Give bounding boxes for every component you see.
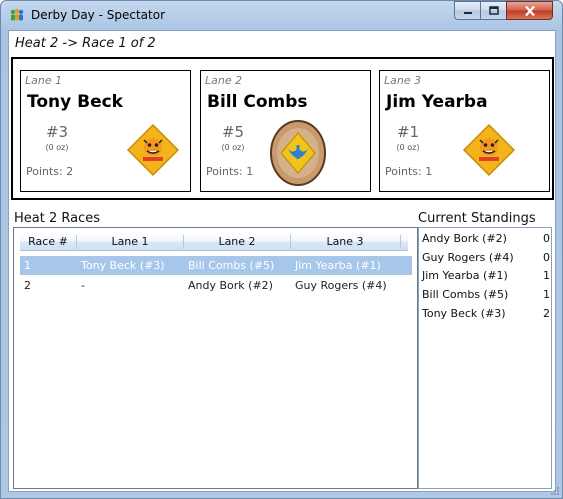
race-row-2[interactable]: 2 - Andy Bork (#2) Guy Rogers (#4) <box>20 276 412 295</box>
car-number: #1 <box>396 123 420 141</box>
car-weight: (0 oz) <box>221 143 245 152</box>
maximize-button[interactable] <box>480 1 507 20</box>
racer-name: Jim Yearba <box>386 92 488 112</box>
tiger-cub-badge-icon <box>462 123 516 177</box>
lane1-cell: Tony Beck (#3) <box>81 259 165 272</box>
lane2-cell: Andy Bork (#2) <box>188 279 273 292</box>
column-header-lane2[interactable]: Lane 2 <box>184 235 290 248</box>
column-header-race[interactable]: Race # <box>20 235 76 248</box>
app-people-icon <box>10 8 24 21</box>
lane1-cell: - <box>81 279 85 292</box>
races-grid[interactable]: Race # Lane 1 Lane 2 Lane 3 1 Tony Beck … <box>13 227 418 489</box>
lane-label: Lane 2 <box>205 74 243 87</box>
lane-label: Lane 1 <box>25 74 63 87</box>
title-bar[interactable]: Derby Day - Spectator <box>1 1 562 29</box>
column-divider[interactable] <box>400 235 401 249</box>
app-window: Derby Day - Spectator Heat 2 -> Race 1 o… <box>0 0 563 499</box>
grid-header: Race # Lane 1 Lane 2 Lane 3 <box>20 233 408 251</box>
car-number: #3 <box>45 123 69 141</box>
heat-races-heading: Heat 2 Races <box>14 211 101 226</box>
standings-racer: Andy Bork (#2) <box>422 232 507 245</box>
column-header-lane1[interactable]: Lane 1 <box>77 235 183 248</box>
standings-points: 0 <box>543 232 550 245</box>
lanes-panel: Lane 1 Tony Beck #3 (0 oz) Points: 2 Lan… <box>11 57 554 200</box>
webelos-badge-icon <box>270 120 326 186</box>
minimize-button[interactable] <box>454 1 481 20</box>
standings-points: 1 <box>543 288 550 301</box>
racer-name: Tony Beck <box>27 92 123 112</box>
standings-item[interactable]: Guy Rogers (#4) 0 <box>422 249 550 268</box>
standings-racer: Guy Rogers (#4) <box>422 251 514 264</box>
close-icon <box>524 5 535 16</box>
lane2-cell: Bill Combs (#5) <box>188 259 275 272</box>
heat-race-title: Heat 2 -> Race 1 of 2 <box>15 36 156 51</box>
standings-item[interactable]: Andy Bork (#2) 0 <box>422 230 550 249</box>
lane-card-3: Lane 3 Jim Yearba #1 (0 oz) Points: 1 <box>379 70 550 192</box>
maximize-icon <box>488 5 499 15</box>
car-number: #5 <box>221 123 245 141</box>
resize-grip-icon[interactable] <box>550 486 560 496</box>
lane-label: Lane 3 <box>384 74 422 87</box>
race-number-cell: 2 <box>24 279 31 292</box>
racer-name: Bill Combs <box>207 92 308 112</box>
standings-points: 2 <box>543 307 550 320</box>
close-button[interactable] <box>506 1 553 20</box>
standings-points: 0 <box>543 251 550 264</box>
racer-points: Points: 2 <box>26 165 74 178</box>
column-header-lane3[interactable]: Lane 3 <box>291 235 399 248</box>
lane-card-2: Lane 2 Bill Combs #5 (0 oz) Points: 1 <box>200 70 371 192</box>
racer-points: Points: 1 <box>206 165 254 178</box>
standings-racer: Jim Yearba (#1) <box>422 269 508 282</box>
race-row-1[interactable]: 1 Tony Beck (#3) Bill Combs (#5) Jim Yea… <box>20 256 412 275</box>
lane3-cell: Guy Rogers (#4) <box>295 279 387 292</box>
standings-list[interactable]: Andy Bork (#2) 0 Guy Rogers (#4) 0 Jim Y… <box>418 227 552 489</box>
client-area: Heat 2 -> Race 1 of 2 Lane 1 Tony Beck #… <box>8 30 556 492</box>
standings-item[interactable]: Jim Yearba (#1) 1 <box>422 267 550 286</box>
standings-heading: Current Standings <box>418 211 536 226</box>
minimize-icon <box>463 11 472 14</box>
lane3-cell: Jim Yearba (#1) <box>295 259 381 272</box>
lane-card-1: Lane 1 Tony Beck #3 (0 oz) Points: 2 <box>20 70 191 192</box>
standings-item[interactable]: Bill Combs (#5) 1 <box>422 286 550 305</box>
car-weight: (0 oz) <box>396 143 420 152</box>
standings-racer: Bill Combs (#5) <box>422 288 509 301</box>
standings-racer: Tony Beck (#3) <box>422 307 506 320</box>
window-title: Derby Day - Spectator <box>31 8 165 22</box>
racer-points: Points: 1 <box>385 165 433 178</box>
car-weight: (0 oz) <box>45 143 69 152</box>
standings-points: 1 <box>543 269 550 282</box>
standings-item[interactable]: Tony Beck (#3) 2 <box>422 305 550 324</box>
tiger-cub-badge-icon <box>126 123 180 177</box>
race-number-cell: 1 <box>24 259 31 272</box>
